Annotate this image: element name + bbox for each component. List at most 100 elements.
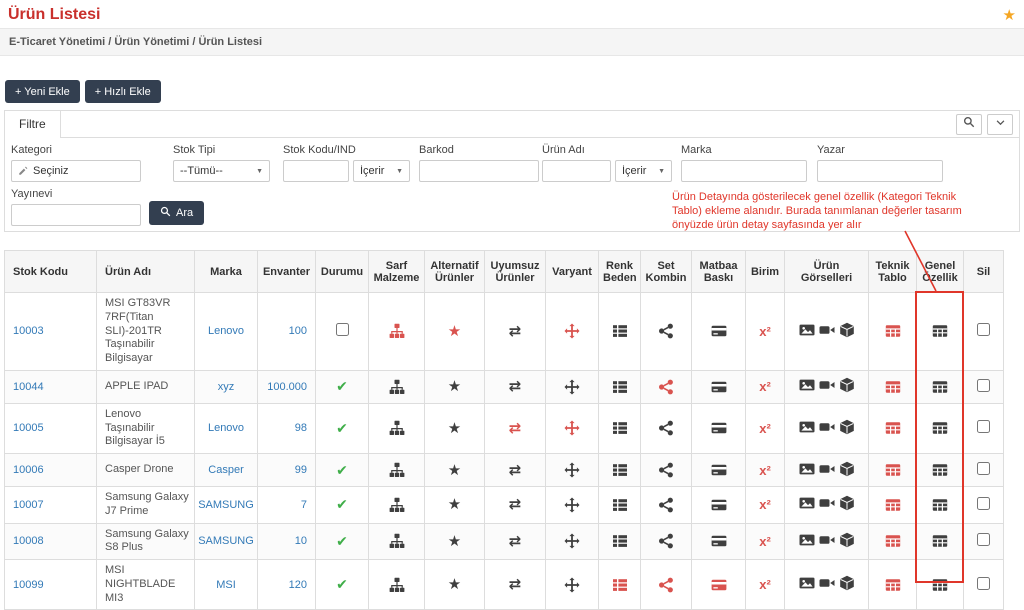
ara-search-button[interactable]: Ara <box>149 201 205 225</box>
credit-card-icon[interactable] <box>711 379 727 395</box>
cube-3d-icon[interactable] <box>839 461 855 477</box>
video-camera-icon[interactable] <box>819 495 835 511</box>
favorite-star-icon[interactable]: ★ <box>1003 8 1016 23</box>
envanter-link[interactable]: 7 <box>301 499 307 511</box>
urun-adi-operator-select[interactable]: İçerir ▼ <box>615 160 672 182</box>
envanter-link[interactable]: 99 <box>295 464 307 476</box>
stok-kodu-operator-select[interactable]: İçerir ▼ <box>353 160 410 182</box>
status-checkbox[interactable] <box>335 323 349 337</box>
table-grid-icon[interactable] <box>932 497 948 513</box>
marka-link[interactable]: SAMSUNG <box>198 499 254 511</box>
table-grid-icon[interactable] <box>885 497 901 513</box>
marka-link[interactable]: Lenovo <box>208 422 244 434</box>
delete-checkbox[interactable] <box>977 378 990 392</box>
stok-kodu-link[interactable]: 10007 <box>13 499 44 511</box>
star-icon[interactable]: ★ <box>448 378 461 395</box>
table-grid-icon[interactable] <box>932 323 948 339</box>
envanter-link[interactable]: 100 <box>289 325 307 337</box>
x-squared-button[interactable]: x² <box>759 421 771 436</box>
share-nodes-icon[interactable] <box>658 323 674 339</box>
yazar-input[interactable] <box>817 160 943 182</box>
sitemap-icon[interactable] <box>389 323 405 339</box>
image-icon[interactable] <box>799 461 815 477</box>
video-camera-icon[interactable] <box>819 322 835 338</box>
x-squared-button[interactable]: x² <box>759 497 771 512</box>
list-icon[interactable] <box>612 323 628 339</box>
filter-tab[interactable]: Filtre <box>5 110 61 138</box>
marka-link[interactable]: xyz <box>218 381 235 393</box>
delete-checkbox[interactable] <box>977 462 990 475</box>
marka-link[interactable]: Casper <box>208 464 243 476</box>
delete-checkbox[interactable] <box>977 496 990 510</box>
share-nodes-icon[interactable] <box>658 379 674 395</box>
share-nodes-icon[interactable] <box>658 533 674 549</box>
table-grid-icon[interactable] <box>932 533 948 549</box>
cube-3d-icon[interactable] <box>839 419 855 435</box>
exchange-icon[interactable]: ⇄ <box>509 378 522 395</box>
table-grid-icon[interactable] <box>885 533 901 549</box>
list-icon[interactable] <box>612 379 628 395</box>
table-grid-icon[interactable] <box>932 420 948 436</box>
x-squared-button[interactable]: x² <box>759 534 771 549</box>
x-squared-button[interactable]: x² <box>759 463 771 478</box>
image-icon[interactable] <box>799 419 815 435</box>
yayinevi-input[interactable] <box>11 204 141 226</box>
move-arrows-icon[interactable] <box>564 533 580 549</box>
share-nodes-icon[interactable] <box>658 497 674 513</box>
x-squared-button[interactable]: x² <box>759 324 771 339</box>
envanter-link[interactable]: 98 <box>295 422 307 434</box>
list-icon[interactable] <box>612 497 628 513</box>
credit-card-icon[interactable] <box>711 497 727 513</box>
star-icon[interactable]: ★ <box>448 462 461 479</box>
video-camera-icon[interactable] <box>819 532 835 548</box>
star-icon[interactable]: ★ <box>448 323 461 340</box>
marka-input[interactable] <box>681 160 807 182</box>
share-nodes-icon[interactable] <box>658 420 674 436</box>
credit-card-icon[interactable] <box>711 420 727 436</box>
list-icon[interactable] <box>612 462 628 478</box>
cube-3d-icon[interactable] <box>839 495 855 511</box>
collapse-panel-button[interactable] <box>987 113 1013 135</box>
share-nodes-icon[interactable] <box>658 577 674 593</box>
table-grid-icon[interactable] <box>932 379 948 395</box>
stok-kodu-link[interactable]: 10006 <box>13 464 44 476</box>
urun-adi-input[interactable] <box>542 160 611 182</box>
list-icon[interactable] <box>612 533 628 549</box>
credit-card-icon[interactable] <box>711 462 727 478</box>
status-check-icon[interactable]: ✔ <box>336 462 348 478</box>
exchange-icon[interactable]: ⇄ <box>509 533 522 550</box>
status-check-icon[interactable]: ✔ <box>336 378 348 394</box>
image-icon[interactable] <box>799 575 815 591</box>
marka-link[interactable]: SAMSUNG <box>198 535 254 547</box>
table-grid-icon[interactable] <box>885 462 901 478</box>
credit-card-icon[interactable] <box>711 577 727 593</box>
hizli-ekle-button[interactable]: + Hızlı Ekle <box>84 80 161 103</box>
sitemap-icon[interactable] <box>389 577 405 593</box>
star-icon[interactable]: ★ <box>448 496 461 513</box>
video-camera-icon[interactable] <box>819 461 835 477</box>
image-icon[interactable] <box>799 532 815 548</box>
sitemap-icon[interactable] <box>389 462 405 478</box>
exchange-icon[interactable]: ⇄ <box>509 323 522 340</box>
table-grid-icon[interactable] <box>932 462 948 478</box>
cube-3d-icon[interactable] <box>839 322 855 338</box>
delete-checkbox[interactable] <box>977 576 990 590</box>
credit-card-icon[interactable] <box>711 323 727 339</box>
sitemap-icon[interactable] <box>389 497 405 513</box>
stok-kodu-input[interactable] <box>283 160 349 182</box>
exchange-icon[interactable]: ⇄ <box>509 496 522 513</box>
table-grid-icon[interactable] <box>885 379 901 395</box>
image-icon[interactable] <box>799 377 815 393</box>
status-check-icon[interactable]: ✔ <box>336 496 348 512</box>
table-grid-icon[interactable] <box>885 577 901 593</box>
status-check-icon[interactable]: ✔ <box>336 533 348 549</box>
move-arrows-icon[interactable] <box>564 420 580 436</box>
video-camera-icon[interactable] <box>819 377 835 393</box>
sitemap-icon[interactable] <box>389 379 405 395</box>
move-arrows-icon[interactable] <box>564 577 580 593</box>
marka-link[interactable]: MSI <box>216 579 236 591</box>
sitemap-icon[interactable] <box>389 533 405 549</box>
list-icon[interactable] <box>612 577 628 593</box>
barkod-input[interactable] <box>419 160 539 182</box>
breadcrumb[interactable]: E-Ticaret Yönetimi / Ürün Yönetimi / Ürü… <box>0 28 1024 56</box>
